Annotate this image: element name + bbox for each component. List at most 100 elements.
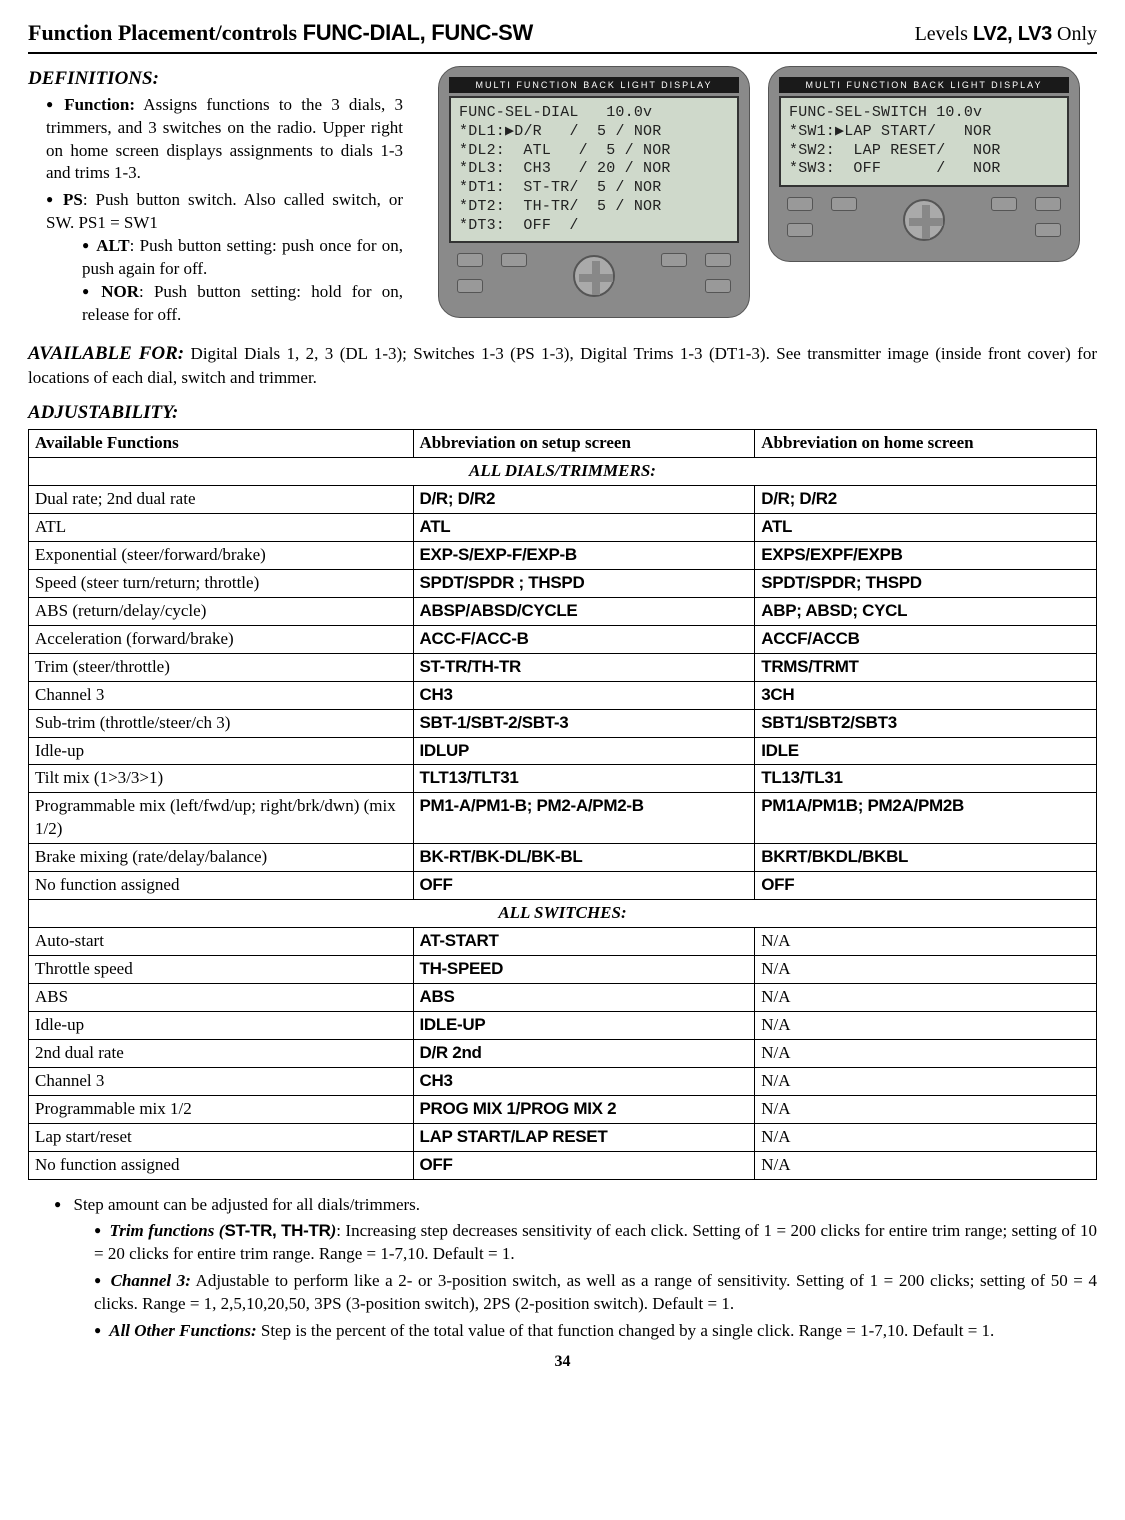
table-cell: Exponential (steer/forward/brake) — [29, 541, 414, 569]
abbrev: ABP; ABSD; CYCL — [761, 601, 907, 620]
table-row: Trim (steer/throttle)ST-TR/TH-TRTRMS/TRM… — [29, 653, 1097, 681]
abbrev: IDLUP — [420, 741, 470, 760]
definitions-heading: DEFINITIONS: — [28, 66, 403, 92]
table-cell: 2nd dual rate — [29, 1039, 414, 1067]
title-codes: FUNC-DIAL, FUNC-SW — [303, 20, 533, 45]
table-header-row: Available Functions Abbreviation on setu… — [29, 430, 1097, 458]
table-cell: OFF — [413, 872, 755, 900]
table-cell: Trim (steer/throttle) — [29, 653, 414, 681]
table-cell: ATL — [413, 514, 755, 542]
table-cell: Auto-start — [29, 928, 414, 956]
table-cell: SBT1/SBT2/SBT3 — [755, 709, 1097, 737]
table-cell: SPDT/SPDR; THSPD — [755, 569, 1097, 597]
table-row: Throttle speedTH-SPEEDN/A — [29, 956, 1097, 984]
table-row: Programmable mix (left/fwd/up; right/brk… — [29, 793, 1097, 844]
table-row: Auto-startAT-STARTN/A — [29, 928, 1097, 956]
table-cell: N/A — [755, 1039, 1097, 1067]
table-cell: LAP START/LAP RESET — [413, 1123, 755, 1151]
dpad-icon — [573, 255, 615, 297]
abbrev: ATL — [420, 517, 451, 536]
table-row: Brake mixing (rate/delay/balance)BK-RT/B… — [29, 844, 1097, 872]
abbrev: TLT13/TLT31 — [420, 768, 519, 787]
available-for-block: AVAILABLE FOR: Digital Dials 1, 2, 3 (DL… — [28, 341, 1097, 390]
abbrev: ABS — [420, 987, 455, 1006]
table-cell: EXP-S/EXP-F/EXP-B — [413, 541, 755, 569]
table-cell: N/A — [755, 1067, 1097, 1095]
table-cell: EXPS/EXPF/EXPB — [755, 541, 1097, 569]
table-cell: IDLE-UP — [413, 1011, 755, 1039]
definition-subitem: ALT: Push button setting: push once for … — [82, 235, 403, 281]
device-strip: MULTI FUNCTION BACK LIGHT DISPLAY — [779, 77, 1069, 93]
table-cell: No function assigned — [29, 872, 414, 900]
device-buttons — [449, 249, 739, 303]
table-cell: ABS — [413, 983, 755, 1011]
note-label: All Other Functions: — [109, 1321, 256, 1340]
note-item: Trim functions (ST-TR, TH-TR): Increasin… — [94, 1220, 1097, 1266]
table-cell: IDLUP — [413, 737, 755, 765]
notes-lead-text: Step amount can be adjusted for all dial… — [74, 1195, 421, 1214]
table-row: Programmable mix 1/2 PROG MIX 1/PROG MIX … — [29, 1095, 1097, 1123]
col-header: Abbreviation on home screen — [755, 430, 1097, 458]
device-button — [787, 197, 813, 211]
table-cell: ABS (return/delay/cycle) — [29, 597, 414, 625]
table-cell: Lap start/reset — [29, 1123, 414, 1151]
device-button — [831, 197, 857, 211]
table-row: Speed (steer turn/return; throttle)SPDT/… — [29, 569, 1097, 597]
definition-label: PS — [63, 190, 83, 209]
table-cell: TRMS/TRMT — [755, 653, 1097, 681]
abbrev: SBT1/SBT2/SBT3 — [761, 713, 897, 732]
table-cell: ACCF/ACCB — [755, 625, 1097, 653]
table-cell: CH3 — [413, 681, 755, 709]
table-cell: No function assigned — [29, 1151, 414, 1179]
adjustability-heading: ADJUSTABILITY: — [28, 400, 1097, 426]
table-cell: ACC-F/ACC-B — [413, 625, 755, 653]
abbrev: SPDT/SPDR ; THSPD — [420, 573, 585, 592]
note-item: Channel 3: Adjustable to perform like a … — [94, 1270, 1097, 1316]
title-right: Levels LV2, LV3 Only — [915, 21, 1097, 48]
table-cell: ATL — [29, 514, 414, 542]
abbrev: OFF — [420, 1155, 453, 1174]
table-row: Idle-upIDLUPIDLE — [29, 737, 1097, 765]
definition-sublabel: ALT — [96, 236, 129, 255]
notes-block: Step amount can be adjusted for all dial… — [28, 1194, 1097, 1344]
table-cell: OFF — [755, 872, 1097, 900]
table-cell: AT-START — [413, 928, 755, 956]
device-button — [705, 279, 731, 293]
levels: LV2, LV3 — [973, 23, 1052, 45]
abbrev: TRMS/TRMT — [761, 657, 858, 676]
available-for-heading: AVAILABLE FOR: — [28, 343, 184, 364]
table-cell: ABS — [29, 983, 414, 1011]
abbrev: CH3 — [420, 1071, 453, 1090]
levels-suffix: Only — [1052, 23, 1097, 45]
abbrev: PROG MIX 1/PROG MIX 2 — [420, 1099, 617, 1118]
table-cell: N/A — [755, 1123, 1097, 1151]
table-cell: Brake mixing (rate/delay/balance) — [29, 844, 414, 872]
device-button — [705, 253, 731, 267]
abbrev: D/R 2nd — [420, 1043, 482, 1062]
table-cell: Programmable mix 1/2 — [29, 1095, 414, 1123]
abbrev: OFF — [420, 875, 453, 894]
table-cell: PM1A/PM1B; PM2A/PM2B — [755, 793, 1097, 844]
definitions-text: DEFINITIONS: Function: Assigns functions… — [28, 66, 403, 331]
table-cell: SPDT/SPDR ; THSPD — [413, 569, 755, 597]
title-prefix: Function Placement/controls — [28, 20, 303, 45]
note-label: Channel 3: — [111, 1271, 191, 1290]
table-cell: TLT13/TLT31 — [413, 765, 755, 793]
table-cell: BKRT/BKDL/BKBL — [755, 844, 1097, 872]
table-row: ABSABSN/A — [29, 983, 1097, 1011]
table-cell: N/A — [755, 1011, 1097, 1039]
table-row: No function assignedOFFN/A — [29, 1151, 1097, 1179]
table-row: 2nd dual rate D/R 2nd N/A — [29, 1039, 1097, 1067]
table-cell: ATL — [755, 514, 1097, 542]
abbrev: TH-SPEED — [420, 959, 504, 978]
table-cell: TL13/TL31 — [755, 765, 1097, 793]
abbrev: IDLE-UP — [420, 1015, 486, 1034]
table-row: Channel 3CH3N/A — [29, 1067, 1097, 1095]
table-cell: N/A — [755, 928, 1097, 956]
device-button — [457, 279, 483, 293]
page-number: 34 — [28, 1351, 1097, 1373]
abbrev: ATL — [761, 517, 792, 536]
table-cell: Idle-up — [29, 1011, 414, 1039]
table-row: ABS (return/delay/cycle)ABSP/ABSD/CYCLEA… — [29, 597, 1097, 625]
table-row: Dual rate; 2nd dual rateD/R; D/R2D/R; D/… — [29, 486, 1097, 514]
